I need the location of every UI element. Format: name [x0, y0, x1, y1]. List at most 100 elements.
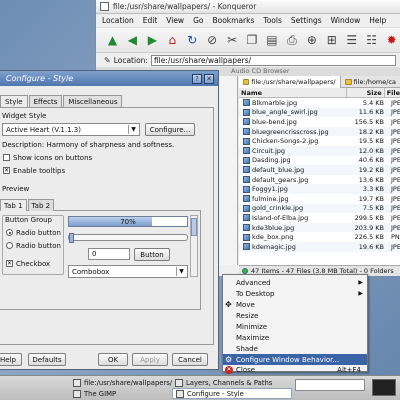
- cut-icon[interactable]: ✂: [224, 31, 241, 50]
- menu-location[interactable]: Location: [102, 16, 134, 25]
- task-layers[interactable]: Layers, Channels & Paths: [172, 377, 292, 388]
- preview-checkbox[interactable]: ✕: [6, 260, 13, 267]
- icon-view-icon[interactable]: ⊞: [323, 31, 340, 50]
- location-input[interactable]: file:/usr/share/wallpapers/: [150, 54, 396, 66]
- file-row[interactable]: kdemagic.jpg 19.6 KB JPE: [239, 241, 400, 252]
- detail-view-icon[interactable]: ☰: [343, 31, 360, 50]
- stop-icon[interactable]: ⊘: [204, 31, 221, 50]
- file-name-cell: blue-bend.jpg: [239, 118, 349, 126]
- menu-help[interactable]: Help: [369, 16, 386, 25]
- scrollbar-thumb[interactable]: [191, 218, 197, 236]
- slider-handle[interactable]: [69, 233, 74, 243]
- preview-tab-2[interactable]: Tab 2: [27, 199, 55, 211]
- dialog-titlebar[interactable]: Configure - Style ? ✕: [0, 71, 218, 86]
- clear-location-icon[interactable]: ✎: [104, 56, 111, 65]
- menu-view[interactable]: View: [166, 16, 184, 25]
- preview-combobox[interactable]: Combobox ▼: [68, 265, 188, 278]
- up-arrow-icon[interactable]: ▲: [104, 31, 121, 50]
- file-name-cell: Island-of-Elba.jpg: [239, 214, 349, 222]
- file-row[interactable]: blue_angle_swirl.jpg 11.6 KB JPE: [239, 107, 400, 118]
- file-row[interactable]: Blkmarble.jpg 5.4 KB JPE: [239, 98, 400, 108]
- file-type-cell: JPE: [391, 165, 400, 174]
- file-row[interactable]: default_gears.jpg 13.6 KB JPE: [239, 175, 400, 185]
- menu-item-to-desktop[interactable]: To Desktop ▶: [223, 288, 367, 299]
- file-name-cell: kde_box.png: [239, 233, 349, 241]
- konqueror-title: file:/usr/share/wallpapers/ - Konqueror: [113, 2, 257, 11]
- task-gimp[interactable]: The GIMP: [70, 388, 170, 399]
- tab-wallpapers[interactable]: file:/usr/share/wallpapers/: [239, 76, 341, 88]
- file-row[interactable]: Chicken-Songs-2.jpg 19.5 KB JPE: [239, 136, 400, 146]
- file-size-cell: 299.5 KB: [354, 213, 384, 222]
- configure-icon: ⚙: [225, 354, 233, 364]
- menu-item-close[interactable]: Close Alt+F4 ✕: [223, 364, 367, 375]
- preview-scrollbar[interactable]: [190, 215, 198, 277]
- preview-tab-1[interactable]: Tab 1: [0, 199, 27, 211]
- file-size-cell: 5.4 KB: [362, 98, 384, 107]
- menu-tools[interactable]: Tools: [263, 16, 281, 25]
- preview-button[interactable]: Button: [134, 248, 170, 261]
- file-row[interactable]: Foggy1.jpg 3.3 KB JPE: [239, 184, 400, 194]
- taskbar-command-field[interactable]: [295, 379, 365, 391]
- paste-icon[interactable]: ▤: [264, 31, 281, 50]
- radio-button-1[interactable]: [6, 229, 13, 236]
- style-combobox[interactable]: Active Heart (V.1.1.3) ▼: [2, 123, 140, 136]
- column-type[interactable]: File: [385, 88, 400, 97]
- cancel-button[interactable]: Cancel: [172, 353, 208, 366]
- tab-effects[interactable]: Effects: [28, 95, 63, 107]
- column-name[interactable]: Name: [239, 88, 348, 97]
- file-row[interactable]: kde_box.png 226.5 KB PNG: [239, 232, 400, 242]
- file-type-cell: JPE: [391, 137, 400, 146]
- help-button[interactable]: Help: [0, 353, 22, 366]
- help-icon[interactable]: ?: [192, 73, 202, 84]
- menu-window[interactable]: Window: [331, 16, 361, 25]
- enable-tooltips-checkbox[interactable]: ✕: [3, 167, 10, 174]
- configure-button[interactable]: Configure...: [145, 123, 195, 136]
- file-size-cell: 19.6 KB: [358, 242, 384, 251]
- shortcut-label: Alt+F4: [337, 365, 361, 374]
- menu-item-minimize[interactable]: Minimize: [223, 321, 367, 332]
- show-icons-checkbox[interactable]: [3, 154, 10, 161]
- konqueror-titlebar[interactable]: file:/usr/share/wallpapers/ - Konqueror: [96, 0, 400, 14]
- home-icon[interactable]: ⌂: [164, 31, 181, 50]
- forward-arrow-icon[interactable]: ▶: [144, 31, 161, 50]
- column-size[interactable]: Size: [347, 88, 385, 97]
- file-row[interactable]: gold_crinkle.jpg 7.5 KB JPE: [239, 203, 400, 214]
- layers-task-icon: [175, 378, 183, 387]
- submenu-arrow-icon: ▶: [358, 290, 363, 297]
- menu-item-shade[interactable]: Shade: [223, 343, 367, 354]
- apply-button[interactable]: Apply: [132, 353, 168, 366]
- tree-view-icon[interactable]: ☷: [363, 31, 380, 50]
- defaults-button[interactable]: Defaults: [28, 353, 66, 366]
- radio-button-2[interactable]: [6, 242, 13, 249]
- file-row[interactable]: Island-of-Elba.jpg 299.5 KB JPE: [239, 213, 400, 223]
- spin-box[interactable]: 0: [88, 248, 130, 260]
- ok-button[interactable]: OK: [98, 353, 128, 366]
- file-row[interactable]: Circuit.jpg 12.0 KB JPE: [239, 145, 400, 156]
- menu-bookmarks[interactable]: Bookmarks: [212, 16, 254, 25]
- kde-gear-icon[interactable]: ✹: [383, 31, 400, 50]
- file-row[interactable]: fulmine.jpg 19.7 KB JPE: [239, 194, 400, 204]
- menu-go[interactable]: Go: [193, 16, 203, 25]
- back-arrow-icon[interactable]: ◀: [124, 31, 141, 50]
- menu-settings[interactable]: Settings: [291, 16, 322, 25]
- file-row[interactable]: kde3blue.jpg 203.9 KB JPE: [239, 222, 400, 233]
- menu-item-advanced[interactable]: Advanced ▶: [223, 277, 367, 288]
- file-size-cell: 18.2 KB: [358, 127, 384, 136]
- file-row[interactable]: default_blue.jpg 19.2 KB JPE: [239, 165, 400, 175]
- menu-edit[interactable]: Edit: [143, 16, 158, 25]
- menu-item-move[interactable]: Move ✥: [223, 299, 367, 310]
- file-row[interactable]: bluegreencrisscross.jpg 18.2 KB JPE: [239, 126, 400, 137]
- zoom-icon[interactable]: ⊕: [303, 31, 320, 50]
- close-icon[interactable]: ✕: [204, 73, 214, 84]
- file-row[interactable]: Dasding.jpg 40.6 KB JPE: [239, 156, 400, 166]
- tab-home[interactable]: file:/home/ca: [341, 76, 400, 88]
- task-configure-style[interactable]: Configure - Style: [172, 388, 292, 399]
- print-icon[interactable]: ⎙: [283, 31, 300, 50]
- preview-slider[interactable]: [68, 233, 188, 243]
- tab-miscellaneous[interactable]: Miscellaneous: [63, 95, 123, 107]
- menu-item-resize[interactable]: Resize: [223, 310, 367, 321]
- reload-icon[interactable]: ↻: [184, 31, 201, 50]
- file-row[interactable]: blue-bend.jpg 156.5 KB JPE: [239, 117, 400, 127]
- copy-icon[interactable]: ❐: [244, 31, 261, 50]
- menu-item-maximize[interactable]: Maximize: [223, 332, 367, 343]
